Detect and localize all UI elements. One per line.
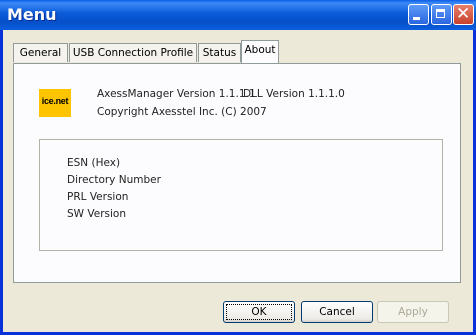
title-bar[interactable]: Menu ✕ (0, 0, 476, 30)
close-icon: ✕ (456, 4, 471, 24)
device-info-group: ESN (Hex) Directory Number PRL Version S… (39, 139, 443, 251)
maximize-button[interactable] (431, 4, 452, 25)
cancel-button[interactable]: Cancel (301, 301, 373, 323)
tab-about[interactable]: About (241, 40, 279, 63)
window-title: Menu (7, 5, 57, 24)
directory-number-label: Directory Number (67, 174, 161, 186)
copyright-text: Copyright Axesstel Inc. (C) 2007 (97, 106, 267, 118)
esn-label: ESN (Hex) (67, 157, 121, 169)
tab-general[interactable]: General (13, 43, 68, 62)
prl-version-label: PRL Version (67, 191, 129, 203)
tab-usb-connection-profile[interactable]: USB Connection Profile (69, 43, 197, 62)
menu-window: Menu ✕ General USB Connection Profile St… (0, 0, 476, 335)
tab-status[interactable]: Status (198, 43, 241, 62)
focus-rect (226, 304, 292, 320)
dll-version-text: DLL Version 1.1.1.0 (243, 88, 345, 100)
minimize-button[interactable] (408, 4, 429, 25)
sw-version-label: SW Version (67, 208, 126, 220)
icenet-logo: ice.net (39, 89, 71, 117)
minimize-icon (413, 17, 420, 20)
ok-button[interactable]: OK (223, 301, 295, 323)
maximize-icon (436, 9, 445, 18)
apply-button[interactable]: Apply (377, 301, 449, 323)
about-panel: ice.net AxessManager Version 1.1.1.1 DLL… (13, 63, 461, 283)
app-version-text: AxessManager Version 1.1.1.1 (97, 88, 256, 100)
close-button[interactable]: ✕ (453, 4, 474, 25)
logo-text: ice.net (41, 96, 69, 106)
